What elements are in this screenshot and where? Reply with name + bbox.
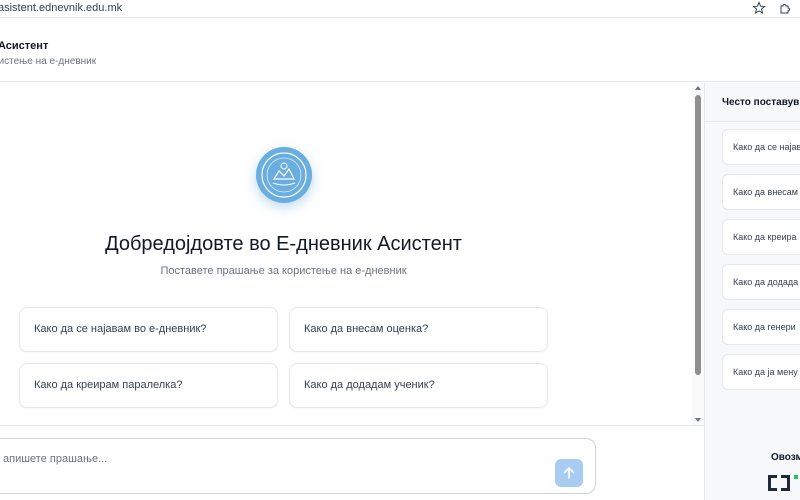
- scroll-down-arrow-icon[interactable]: [695, 418, 701, 422]
- suggestion-card-grade[interactable]: Како да внесам оценка?: [289, 307, 548, 352]
- app-header: Асистент ристење на е-дневник: [0, 18, 800, 82]
- faq-item[interactable]: Како да креира: [722, 219, 800, 255]
- faq-label: Како да креира: [733, 232, 797, 242]
- browser-address-bar[interactable]: asistent.ednevnik.edu.mk: [0, 0, 800, 18]
- composer-area: [0, 425, 704, 500]
- scroll-thumb[interactable]: [695, 95, 701, 375]
- extensions-icon[interactable]: [778, 1, 792, 15]
- suggestion-card-login[interactable]: Како да се најавам во е-дневник?: [19, 307, 278, 352]
- faq-label: Како да ја мену: [733, 367, 798, 377]
- faq-label: Како да додада: [733, 277, 799, 287]
- app-title: Асистент: [0, 40, 49, 52]
- emblem-logo: [256, 147, 312, 203]
- faq-item[interactable]: Како да додада: [722, 264, 800, 300]
- arrow-up-icon: [563, 467, 575, 479]
- faq-item[interactable]: Како да ја мену: [722, 354, 800, 390]
- sidebar-divider: [705, 121, 800, 122]
- url-text[interactable]: asistent.ednevnik.edu.mk: [0, 2, 122, 14]
- suggestion-label: Како да се најавам во е-дневник?: [34, 323, 207, 335]
- faq-item[interactable]: Како да внесам: [722, 174, 800, 210]
- suggestion-card-student[interactable]: Како да додадам ученик?: [289, 363, 548, 408]
- suggestion-label: Како да додадам ученик?: [304, 379, 435, 391]
- chat-main-area: Добредојдовте во Е-дневник Асистент Пост…: [0, 83, 704, 425]
- faq-label: Како да се најав: [733, 142, 800, 152]
- message-composer[interactable]: [0, 438, 596, 494]
- suggestion-card-class[interactable]: Како да креирам паралелка?: [19, 363, 278, 408]
- faq-label: Како да внесам: [733, 187, 798, 197]
- faq-label: Како да генери: [733, 322, 796, 332]
- suggestion-label: Како да креирам паралелка?: [34, 379, 183, 391]
- welcome-title: Добредојдовте во Е-дневник Асистент: [105, 233, 462, 255]
- welcome-subtitle: Поставете прашање за користење на е-днев…: [160, 265, 407, 277]
- sidebar-title: Често поставув: [722, 97, 800, 108]
- faq-item[interactable]: Како да се најав: [722, 129, 800, 165]
- message-input[interactable]: [3, 447, 523, 471]
- faq-sidebar: Често поставув Како да се најав Како да …: [704, 83, 800, 500]
- faq-item[interactable]: Како да генери: [722, 309, 800, 345]
- send-button[interactable]: [555, 459, 583, 487]
- star-icon[interactable]: [752, 1, 766, 15]
- app-subtitle: ристење на е-дневник: [0, 56, 97, 67]
- suggestion-label: Како да внесам оценка?: [304, 323, 429, 335]
- sidebar-footer-label: Овозм: [771, 452, 800, 463]
- main-scrollbar[interactable]: [692, 83, 704, 425]
- scroll-up-arrow-icon[interactable]: [695, 86, 701, 90]
- partner-logo: [768, 475, 798, 491]
